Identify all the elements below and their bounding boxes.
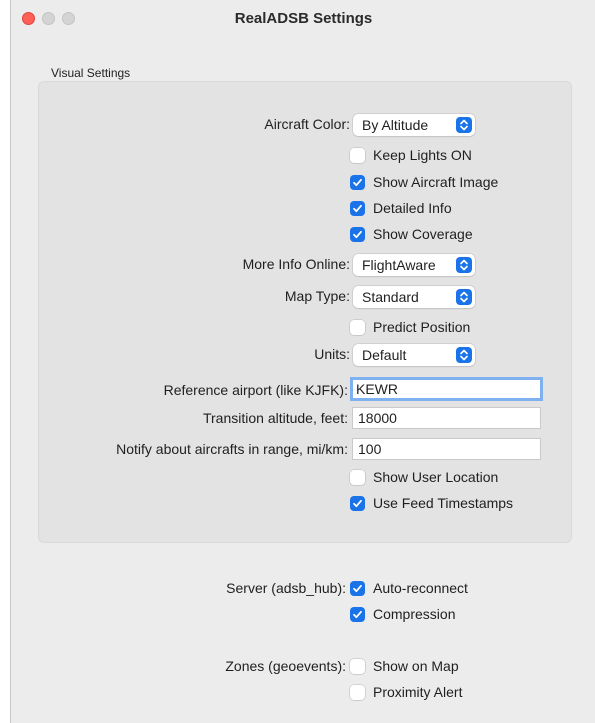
proximity-alert-checkbox[interactable]: Proximity Alert [350,683,462,701]
transition-altitude-input[interactable] [352,407,541,429]
more-info-online-label: More Info Online: [242,256,350,272]
settings-window: RealADSB Settings Visual Settings Aircra… [10,0,595,723]
reference-airport-input[interactable] [350,377,543,401]
checkmark-icon [350,495,365,511]
popup-arrows-icon [456,347,472,363]
aircraft-color-value: By Altitude [362,117,429,133]
checkmark-icon [350,200,365,216]
checkmark-icon [350,606,365,622]
show-user-location-label: Show User Location [373,469,499,485]
zones-label: Zones (geoevents): [225,658,346,674]
popup-arrows-icon [456,289,472,305]
compression-label: Compression [373,606,456,622]
auto-reconnect-checkbox[interactable]: Auto-reconnect [350,579,468,597]
more-info-online-value: FlightAware [362,257,436,273]
checkmark-icon [350,226,365,242]
unchecked-box-icon [350,469,365,485]
detailed-info-label: Detailed Info [373,200,452,216]
server-label: Server (adsb_hub): [226,580,346,596]
show-aircraft-image-label: Show Aircraft Image [373,174,499,190]
aircraft-color-label: Aircraft Color: [264,116,350,132]
proximity-alert-label: Proximity Alert [373,684,463,700]
visual-settings-label: Visual Settings [51,66,131,80]
checkmark-icon [350,580,365,596]
more-info-online-popup[interactable]: FlightAware [353,254,475,276]
window-title: RealADSB Settings [234,10,373,27]
unchecked-box-icon [350,658,365,674]
compression-checkbox[interactable]: Compression [350,605,455,623]
map-type-popup[interactable]: Standard [353,286,475,308]
title-bar[interactable]: RealADSB Settings [11,0,595,38]
keep-lights-on-label: Keep Lights ON [373,147,472,163]
show-user-location-checkbox[interactable]: Show User Location [350,468,498,486]
show-on-map-label: Show on Map [373,658,459,674]
show-on-map-checkbox[interactable]: Show on Map [350,657,459,675]
detailed-info-checkbox[interactable]: Detailed Info [350,199,452,217]
use-feed-timestamps-label: Use Feed Timestamps [373,495,514,511]
units-value: Default [362,347,407,363]
predict-position-label: Predict Position [373,319,471,335]
show-aircraft-image-checkbox[interactable]: Show Aircraft Image [350,173,498,191]
show-coverage-label: Show Coverage [373,226,473,242]
checkmark-icon [350,174,365,190]
popup-arrows-icon [456,117,472,133]
unchecked-box-icon [350,319,365,335]
popup-arrows-icon [456,257,472,273]
notify-range-label: Notify about aircrafts in range, mi/km: [116,441,348,457]
unchecked-box-icon [350,684,365,700]
unchecked-box-icon [350,147,365,163]
use-feed-timestamps-checkbox[interactable]: Use Feed Timestamps [350,494,513,512]
notify-range-input[interactable] [352,438,541,460]
auto-reconnect-label: Auto-reconnect [373,580,468,596]
predict-position-checkbox[interactable]: Predict Position [350,318,470,336]
units-label: Units: [314,346,350,362]
map-type-label: Map Type: [284,288,350,304]
show-coverage-checkbox[interactable]: Show Coverage [350,225,473,243]
transition-altitude-label: Transition altitude, feet: [202,410,348,426]
aircraft-color-popup[interactable]: By Altitude [353,114,475,136]
reference-airport-label: Reference airport (like KJFK): [163,382,348,398]
map-type-value: Standard [362,289,419,305]
keep-lights-on-checkbox[interactable]: Keep Lights ON [350,146,472,164]
units-popup[interactable]: Default [353,344,475,366]
